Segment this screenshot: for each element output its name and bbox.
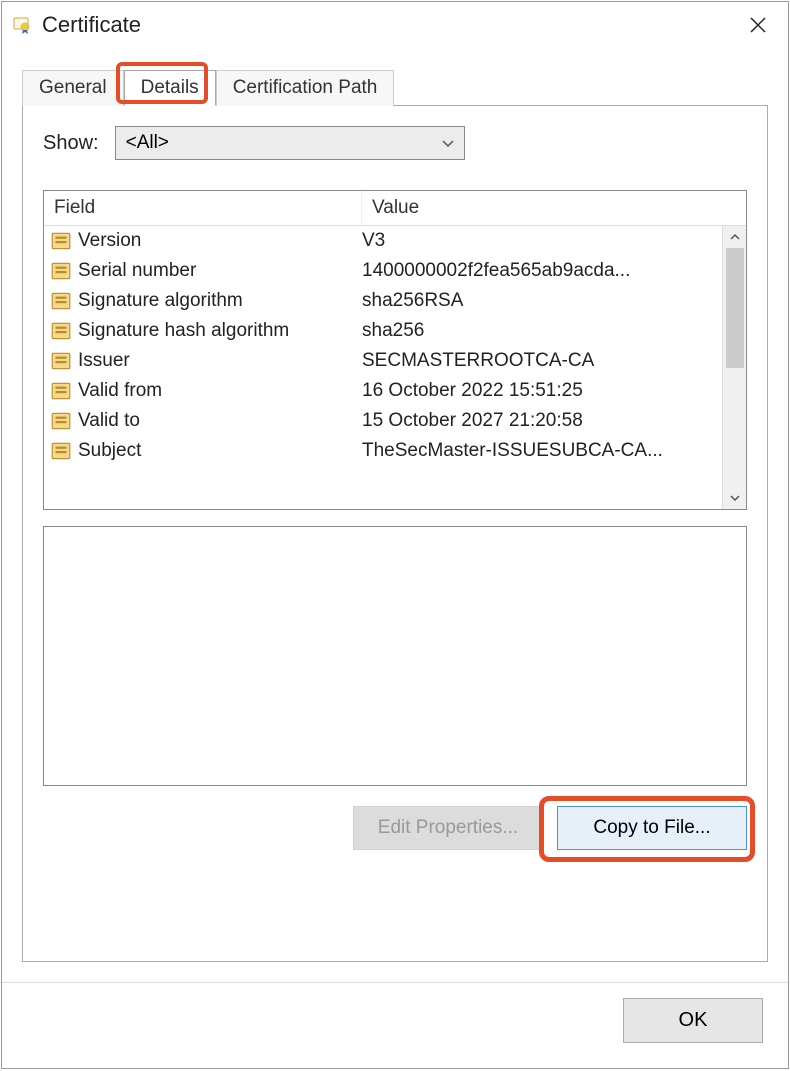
list-item[interactable]: Serial number 1400000002f2fea565ab9acda.… [44, 256, 722, 286]
close-button[interactable] [738, 10, 778, 40]
scroll-up-icon[interactable] [723, 226, 746, 248]
list-rows: Version V3 Serial number 1400000002f2fea… [44, 226, 722, 509]
list-scrollarea: Version V3 Serial number 1400000002f2fea… [44, 226, 746, 509]
button-row: Edit Properties... Copy to File... [43, 806, 747, 850]
field-detail-box [43, 526, 747, 786]
list-item[interactable]: Signature algorithm sha256RSA [44, 286, 722, 316]
field-icon [50, 380, 72, 402]
field-icon [50, 290, 72, 312]
list-item[interactable]: Signature hash algorithm sha256 [44, 316, 722, 346]
tab-certification-path[interactable]: Certification Path [216, 70, 395, 106]
edit-properties-button: Edit Properties... [353, 806, 543, 850]
chevron-down-icon [442, 135, 454, 151]
field-icon [50, 350, 72, 372]
certificate-dialog: Certificate General Details Certificatio… [1, 1, 789, 1069]
list-item[interactable]: Version V3 [44, 226, 722, 256]
window-title: Certificate [42, 12, 738, 38]
tab-details[interactable]: Details [124, 70, 216, 106]
certificate-icon [12, 15, 32, 35]
tab-row: General Details Certification Path [2, 50, 788, 106]
field-icon [50, 320, 72, 342]
column-field[interactable]: Field [44, 191, 362, 225]
show-row: Show: <All> [43, 126, 747, 160]
details-panel: Show: <All> Field Value Version V3 [22, 105, 768, 962]
scroll-thumb[interactable] [726, 248, 744, 368]
list-item[interactable]: Valid to 15 October 2027 21:20:58 [44, 406, 722, 436]
titlebar: Certificate [2, 2, 788, 50]
close-icon [749, 16, 767, 34]
tab-general[interactable]: General [22, 70, 124, 106]
vertical-scrollbar[interactable] [722, 226, 746, 509]
show-selected-value: <All> [126, 132, 169, 154]
dialog-footer: OK [2, 982, 788, 1068]
show-select[interactable]: <All> [115, 126, 465, 160]
list-item[interactable]: Subject TheSecMaster-ISSUESUBCA-CA... [44, 436, 722, 466]
list-header: Field Value [44, 191, 746, 226]
show-label: Show: [43, 132, 99, 155]
ok-button[interactable]: OK [623, 998, 763, 1043]
field-icon [50, 260, 72, 282]
scroll-down-icon[interactable] [723, 487, 746, 509]
field-icon [50, 440, 72, 462]
field-listview: Field Value Version V3 Serial number 140… [43, 190, 747, 510]
field-icon [50, 410, 72, 432]
field-icon [50, 230, 72, 252]
column-value[interactable]: Value [362, 191, 746, 225]
list-item[interactable]: Valid from 16 October 2022 15:51:25 [44, 376, 722, 406]
list-item[interactable]: Issuer SECMASTERROOTCA-CA [44, 346, 722, 376]
copy-to-file-button[interactable]: Copy to File... [557, 806, 747, 850]
